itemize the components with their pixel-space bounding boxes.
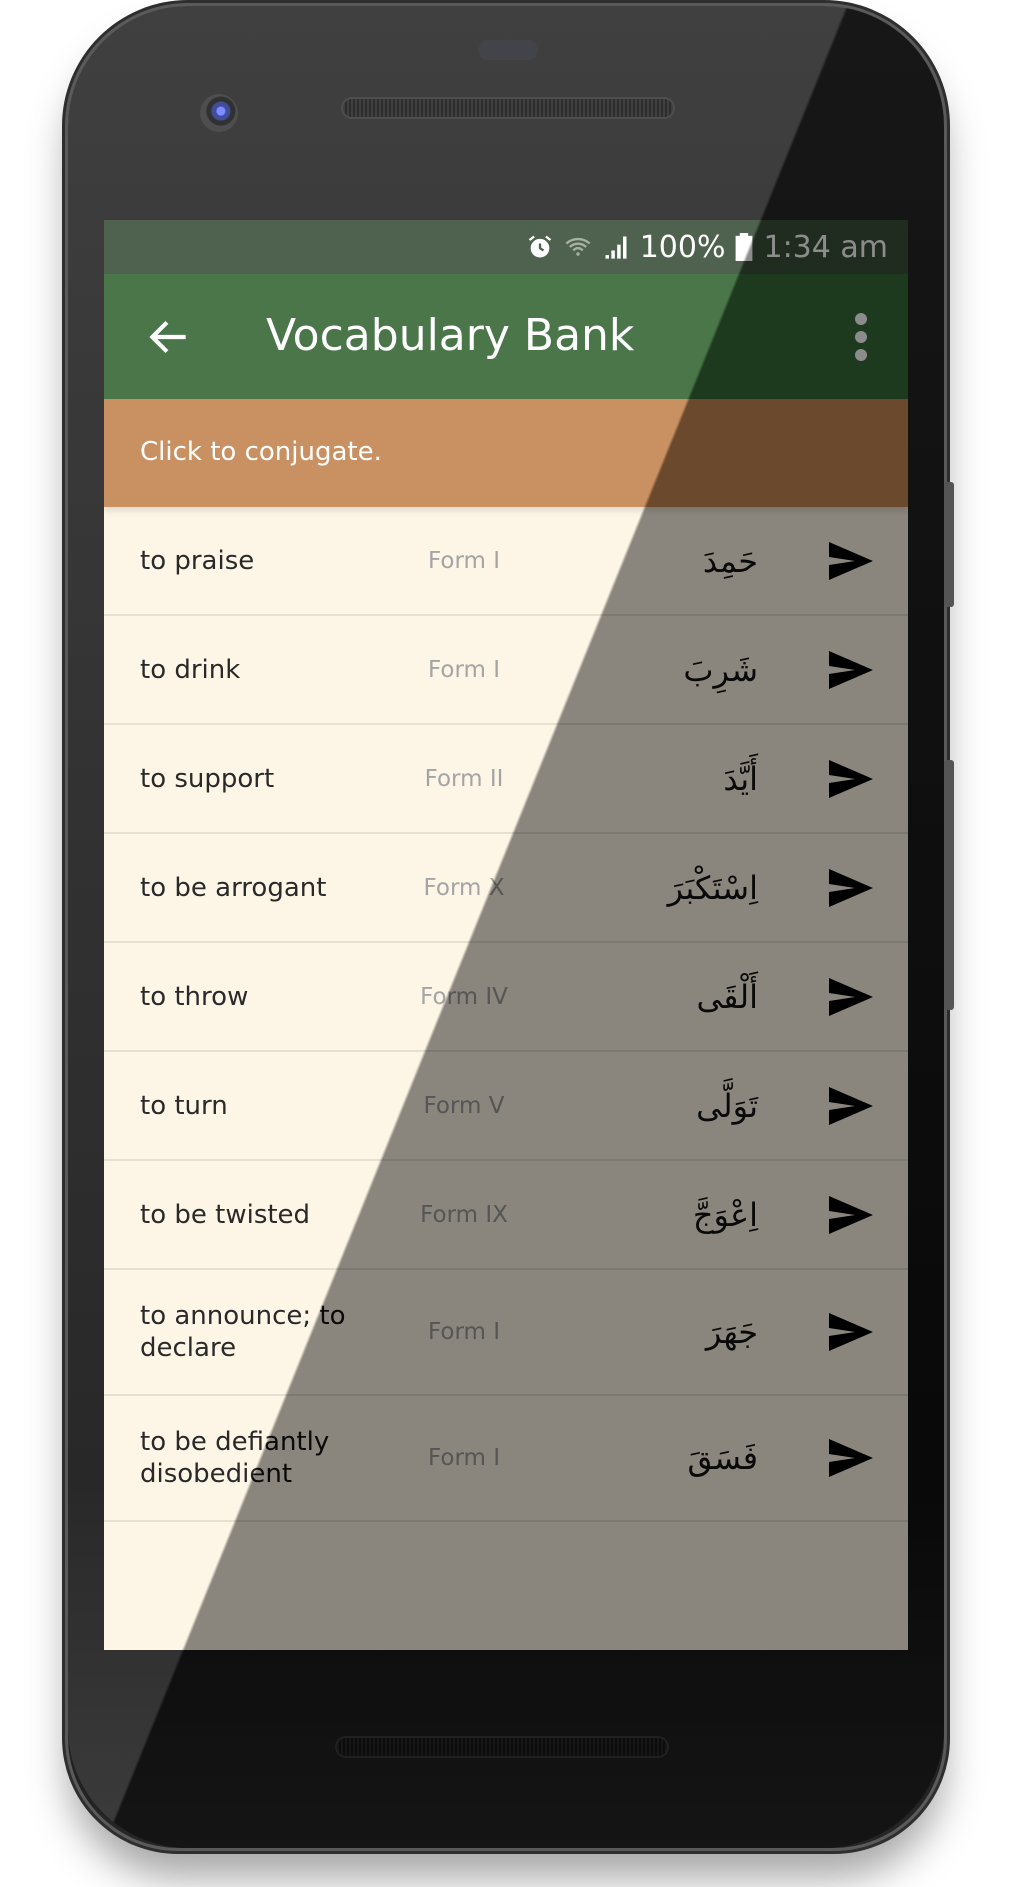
verb-form: Form IX bbox=[420, 1201, 508, 1228]
proximity-sensor bbox=[478, 40, 538, 60]
verb-form: Form I bbox=[427, 656, 501, 683]
verb-list: to praise Form I حَمِدَ to drink Form I … bbox=[104, 507, 908, 1522]
send-icon[interactable] bbox=[827, 867, 875, 909]
status-bar: 100% 1:34 am bbox=[104, 220, 908, 274]
verb-english: to be twisted bbox=[140, 1199, 311, 1230]
send-icon[interactable] bbox=[827, 1085, 875, 1127]
volume-button bbox=[944, 760, 954, 1010]
verb-form: Form II bbox=[424, 765, 504, 792]
verb-form: Form V bbox=[423, 1092, 505, 1119]
verb-arabic: أَيَّدَ bbox=[723, 759, 758, 798]
list-item[interactable]: to turn Form V تَوَلَّى bbox=[104, 1052, 908, 1161]
verb-form: Form IV bbox=[420, 983, 508, 1010]
verb-form: Form X bbox=[423, 874, 505, 901]
app-toolbar: Vocabulary Bank bbox=[104, 274, 908, 399]
send-icon[interactable] bbox=[827, 1437, 875, 1479]
verb-arabic: أَلْقَى bbox=[696, 977, 759, 1016]
top-speaker bbox=[343, 99, 673, 117]
power-button bbox=[944, 482, 954, 607]
send-icon[interactable] bbox=[827, 649, 875, 691]
page-title: Vocabulary Bank bbox=[266, 310, 635, 361]
verb-english: to be defiantly disobedient bbox=[140, 1427, 330, 1489]
verb-english: to turn bbox=[140, 1090, 228, 1121]
signal-icon bbox=[602, 233, 630, 261]
list-item[interactable]: to be twisted Form IX اِعْوَجَّ bbox=[104, 1161, 908, 1270]
battery-icon bbox=[735, 233, 753, 261]
send-icon[interactable] bbox=[827, 758, 875, 800]
verb-arabic: تَوَلَّى bbox=[696, 1086, 758, 1125]
verb-arabic: اِسْتَكْبَرَ bbox=[667, 868, 758, 907]
send-icon[interactable] bbox=[827, 1311, 875, 1353]
verb-form: Form I bbox=[427, 1319, 501, 1345]
back-button[interactable] bbox=[144, 312, 194, 362]
verb-english: to support bbox=[140, 763, 275, 794]
verb-english: to throw bbox=[140, 981, 249, 1012]
arrow-left-icon bbox=[149, 320, 186, 354]
send-icon[interactable] bbox=[827, 540, 875, 582]
overflow-menu-button[interactable] bbox=[846, 310, 876, 364]
verb-english: to announce; to declare bbox=[140, 1301, 346, 1363]
instruction-banner: Click to conjugate. bbox=[104, 399, 908, 507]
list-item[interactable]: to support Form II أَيَّدَ bbox=[104, 725, 908, 834]
more-vert-icon bbox=[855, 313, 867, 361]
verb-english: to praise bbox=[140, 545, 255, 576]
verb-english: to drink bbox=[140, 654, 241, 685]
verb-arabic: شَرِبَ bbox=[683, 650, 758, 689]
send-icon[interactable] bbox=[827, 1194, 875, 1236]
list-item[interactable]: to throw Form IV أَلْقَى bbox=[104, 943, 908, 1052]
clock: 1:34 am bbox=[763, 229, 888, 265]
app-screen: 100% 1:34 am Vocabulary Bank Click to co… bbox=[104, 220, 908, 1650]
battery-percent: 100% bbox=[639, 229, 726, 265]
list-item[interactable]: to announce; to declare Form I جَهَرَ bbox=[104, 1270, 908, 1396]
verb-arabic: فَسَقَ bbox=[687, 1439, 758, 1477]
verb-form: Form I bbox=[427, 1445, 501, 1471]
wifi-icon bbox=[564, 233, 592, 261]
bottom-speaker bbox=[337, 1738, 667, 1756]
send-icon[interactable] bbox=[827, 976, 875, 1018]
list-item[interactable]: to be arrogant Form X اِسْتَكْبَرَ bbox=[104, 834, 908, 943]
verb-arabic: جَهَرَ bbox=[705, 1313, 758, 1351]
list-item[interactable]: to drink Form I شَرِبَ bbox=[104, 616, 908, 725]
verb-arabic: حَمِدَ bbox=[702, 541, 758, 580]
verb-form: Form I bbox=[427, 547, 501, 574]
verb-english: to be arrogant bbox=[140, 872, 327, 903]
front-camera bbox=[200, 94, 238, 132]
alarm-icon bbox=[526, 233, 554, 261]
banner-text: Click to conjugate. bbox=[140, 437, 382, 467]
list-item[interactable]: to be defiantly disobedient Form I فَسَق… bbox=[104, 1396, 908, 1522]
list-item[interactable]: to praise Form I حَمِدَ bbox=[104, 507, 908, 616]
verb-arabic: اِعْوَجَّ bbox=[692, 1195, 758, 1234]
